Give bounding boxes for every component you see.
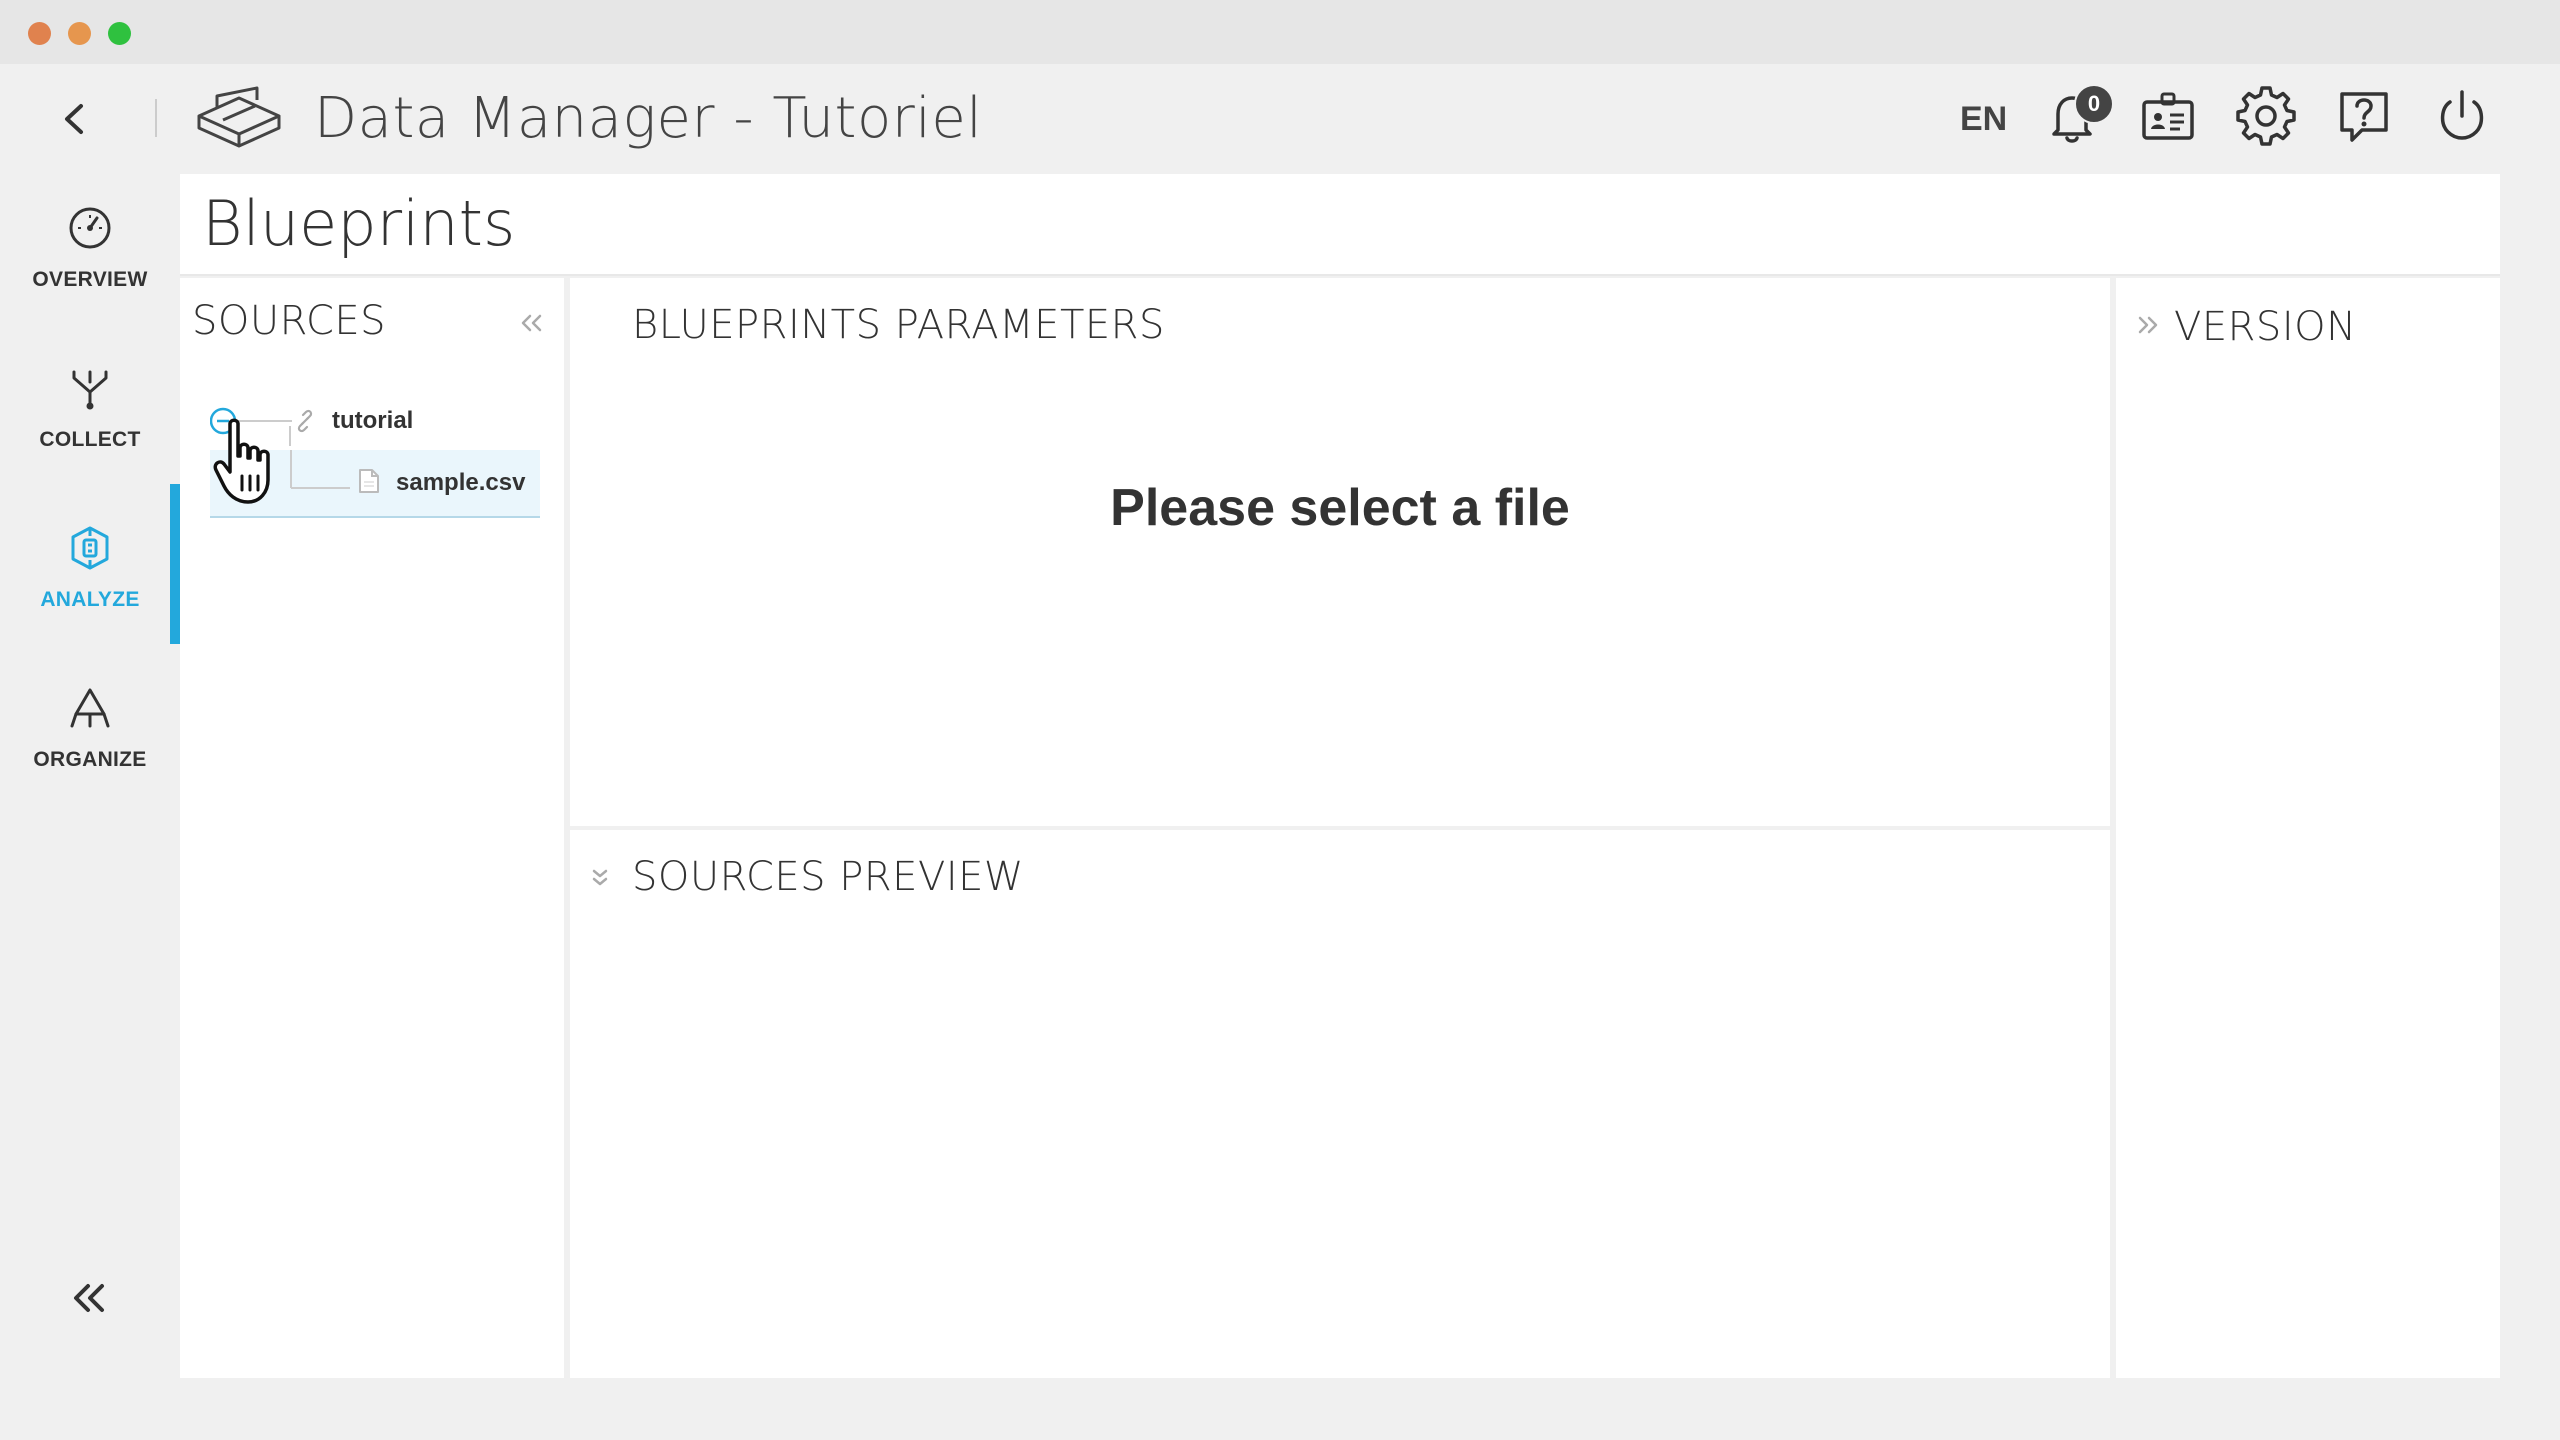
- help-bubble-icon: [2340, 92, 2388, 142]
- expand-version-button[interactable]: [2136, 314, 2160, 341]
- double-chevron-left-icon: [74, 1284, 104, 1312]
- version-panel: VERSION: [2116, 278, 2500, 1378]
- hand-pointer-cursor-icon: [213, 418, 270, 504]
- funnel-merge-icon: [72, 370, 108, 410]
- double-chevron-down-icon: [592, 869, 608, 886]
- power-icon: [2440, 90, 2484, 140]
- nav-label: ANALYZE: [40, 588, 140, 611]
- app-title: Data Manager - Tutoriel: [314, 86, 983, 151]
- window-minimize-button[interactable]: [68, 22, 91, 45]
- double-chevron-left-icon: [521, 314, 542, 332]
- sources-title: SOURCES: [192, 298, 387, 344]
- toggle-preview-button[interactable]: [590, 866, 610, 895]
- preview-title: SOURCES PREVIEW: [632, 854, 1024, 900]
- notifications-button[interactable]: 0: [2040, 84, 2114, 148]
- id-card-icon: [2142, 92, 2194, 140]
- profile-button[interactable]: [2136, 84, 2200, 148]
- gear-icon: [2236, 86, 2296, 146]
- nav-item-organize[interactable]: ORGANIZE: [0, 684, 180, 844]
- logout-button[interactable]: [2430, 84, 2494, 148]
- analyze-icon: [71, 526, 109, 570]
- file-icon: [359, 469, 379, 493]
- side-navigation: OVERVIEW COLLECT ANALYZE ORGANIZE: [0, 174, 180, 1440]
- blueprints-parameters-panel: BLUEPRINTS PARAMETERS Please select a fi…: [570, 278, 2110, 826]
- nav-label: COLLECT: [39, 428, 141, 451]
- back-button[interactable]: [55, 94, 95, 144]
- tree-node-label: sample.csv: [396, 469, 526, 496]
- nav-item-analyze[interactable]: ANALYZE: [0, 524, 180, 684]
- app-header: Data Manager - Tutoriel EN 0: [0, 64, 2560, 174]
- language-selector[interactable]: EN: [1960, 94, 2007, 144]
- collapse-sources-button[interactable]: [518, 312, 546, 339]
- collapse-sidebar-button[interactable]: [66, 1274, 114, 1322]
- window-maximize-button[interactable]: [108, 22, 131, 45]
- box-logo-icon: [197, 86, 281, 148]
- tree-node-label: tutorial: [332, 407, 414, 434]
- chevron-left-icon: [65, 104, 83, 134]
- settings-button[interactable]: [2234, 84, 2298, 148]
- header-divider: [155, 99, 157, 137]
- page-header: Blueprints: [180, 174, 2500, 276]
- nav-label: OVERVIEW: [32, 268, 148, 291]
- tree-connector: [290, 450, 350, 489]
- nav-label: ORGANIZE: [33, 748, 147, 771]
- version-title: VERSION: [2174, 304, 2357, 350]
- hierarchy-icon: [70, 688, 110, 728]
- double-chevron-right-icon: [2138, 316, 2158, 334]
- nav-item-collect[interactable]: COLLECT: [0, 364, 180, 524]
- window-titlebar: [0, 0, 2560, 64]
- active-nav-indicator: [170, 484, 180, 644]
- window-close-button[interactable]: [28, 22, 51, 45]
- notification-count-badge: 0: [2074, 84, 2114, 124]
- nav-item-overview[interactable]: OVERVIEW: [0, 204, 180, 364]
- empty-state-message: Please select a file: [1110, 479, 1570, 537]
- link-icon: [297, 409, 313, 433]
- gauge-icon: [69, 207, 111, 249]
- help-button[interactable]: [2332, 84, 2396, 148]
- sources-preview-panel: SOURCES PREVIEW: [570, 830, 2110, 1378]
- page-title: Blueprints: [202, 187, 516, 260]
- params-title: BLUEPRINTS PARAMETERS: [632, 302, 1165, 348]
